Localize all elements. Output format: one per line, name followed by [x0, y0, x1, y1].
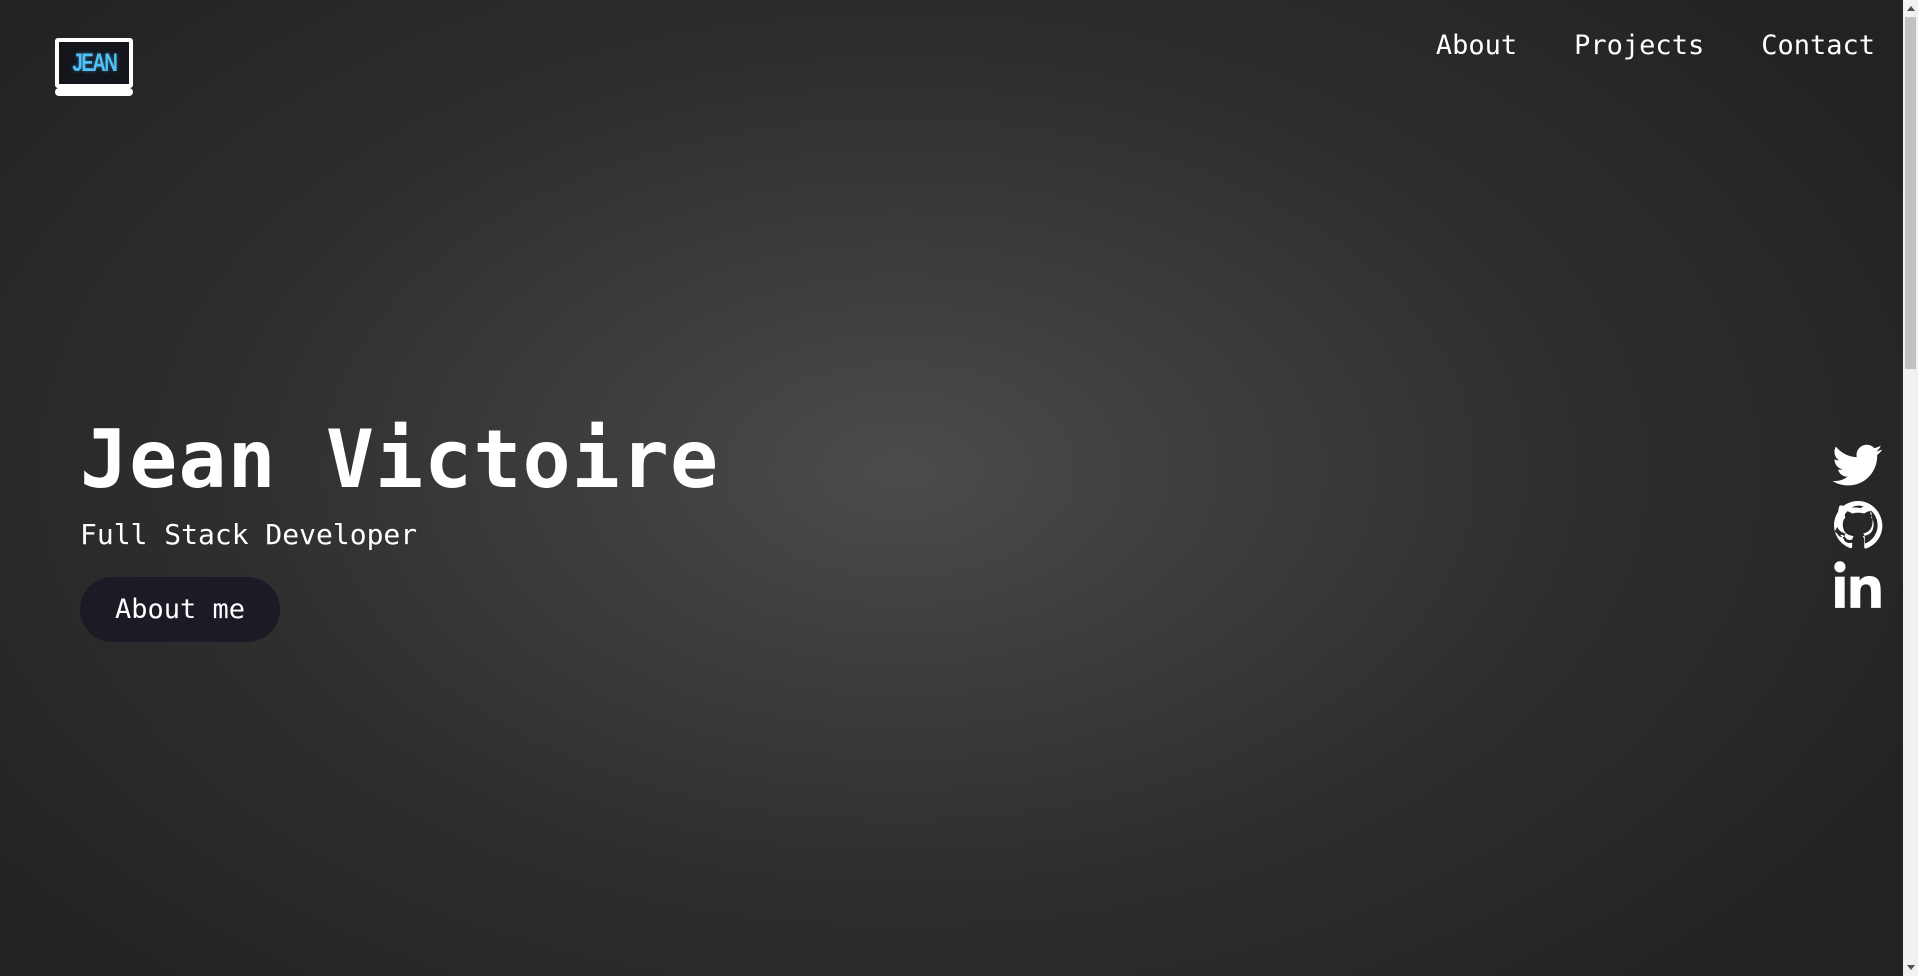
hero-name: Jean Victoire — [80, 413, 720, 506]
nav-link-about[interactable]: About — [1436, 30, 1517, 61]
laptop-logo-base — [55, 88, 133, 96]
vertical-scrollbar[interactable] — [1903, 0, 1918, 976]
hero-role: Full Stack Developer — [80, 518, 418, 551]
linkedin-icon — [1834, 561, 1881, 608]
github-link[interactable] — [1832, 500, 1884, 550]
hero-section: Jean Victoire Full Stack Developer About… — [80, 413, 720, 642]
twitter-link[interactable] — [1832, 440, 1884, 490]
nav-link-contact[interactable]: Contact — [1761, 30, 1875, 61]
scroll-down-arrow-icon[interactable] — [1903, 959, 1918, 976]
github-icon — [1834, 501, 1883, 549]
about-me-button[interactable]: About me — [80, 577, 280, 642]
main-nav: About Projects Contact — [1436, 30, 1875, 61]
site-logo[interactable]: JEAN — [55, 38, 133, 96]
linkedin-link[interactable] — [1832, 560, 1884, 610]
social-links — [1832, 440, 1884, 610]
scrollbar-thumb[interactable] — [1905, 17, 1916, 369]
laptop-logo-icon: JEAN — [55, 38, 133, 88]
logo-text: JEAN — [71, 48, 118, 77]
landing-page: JEAN About Projects Contact Jean Victoir… — [0, 0, 1903, 976]
nav-link-projects[interactable]: Projects — [1574, 30, 1704, 61]
twitter-icon — [1832, 444, 1883, 486]
scroll-up-arrow-icon[interactable] — [1903, 0, 1918, 17]
